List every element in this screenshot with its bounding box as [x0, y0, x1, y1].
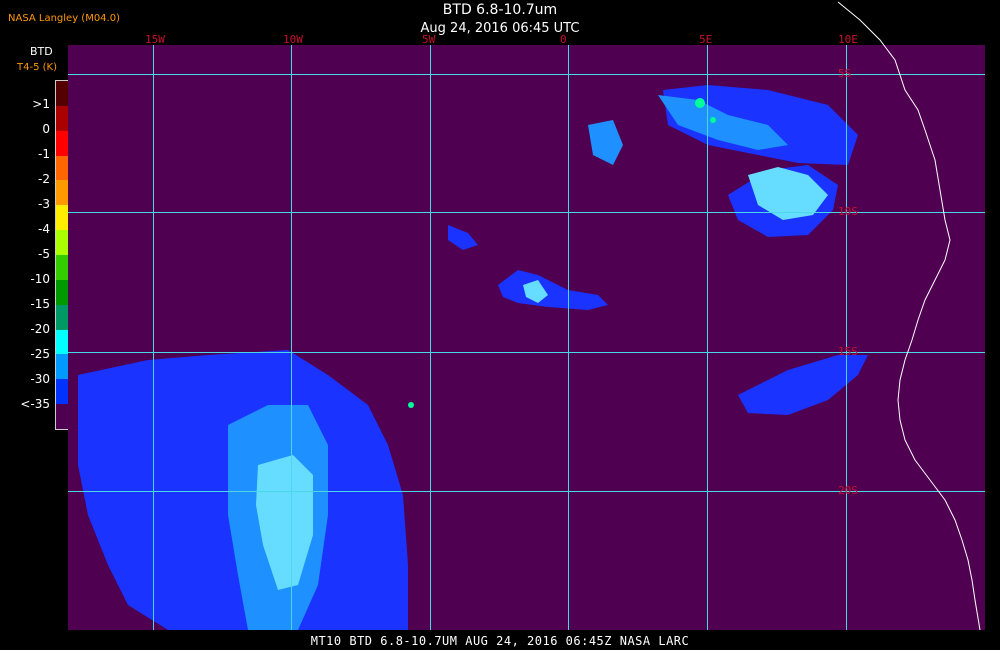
lat-label: 5S [838, 67, 852, 80]
coastline [837, 1, 981, 631]
lat-label: 20S [838, 484, 858, 497]
lon-label: 0 [560, 33, 567, 46]
lat-label: 15S [838, 345, 858, 358]
footer-caption: MT10 BTD 6.8-10.7UM AUG 24, 2016 06:45Z … [310, 634, 690, 648]
lon-label: 15W [145, 33, 165, 46]
lat-label: 10S [838, 205, 858, 218]
lon-label: 10E [838, 33, 858, 46]
lon-label: 5E [699, 33, 713, 46]
lon-label: 10W [283, 33, 303, 46]
lon-label: 5W [422, 33, 436, 46]
